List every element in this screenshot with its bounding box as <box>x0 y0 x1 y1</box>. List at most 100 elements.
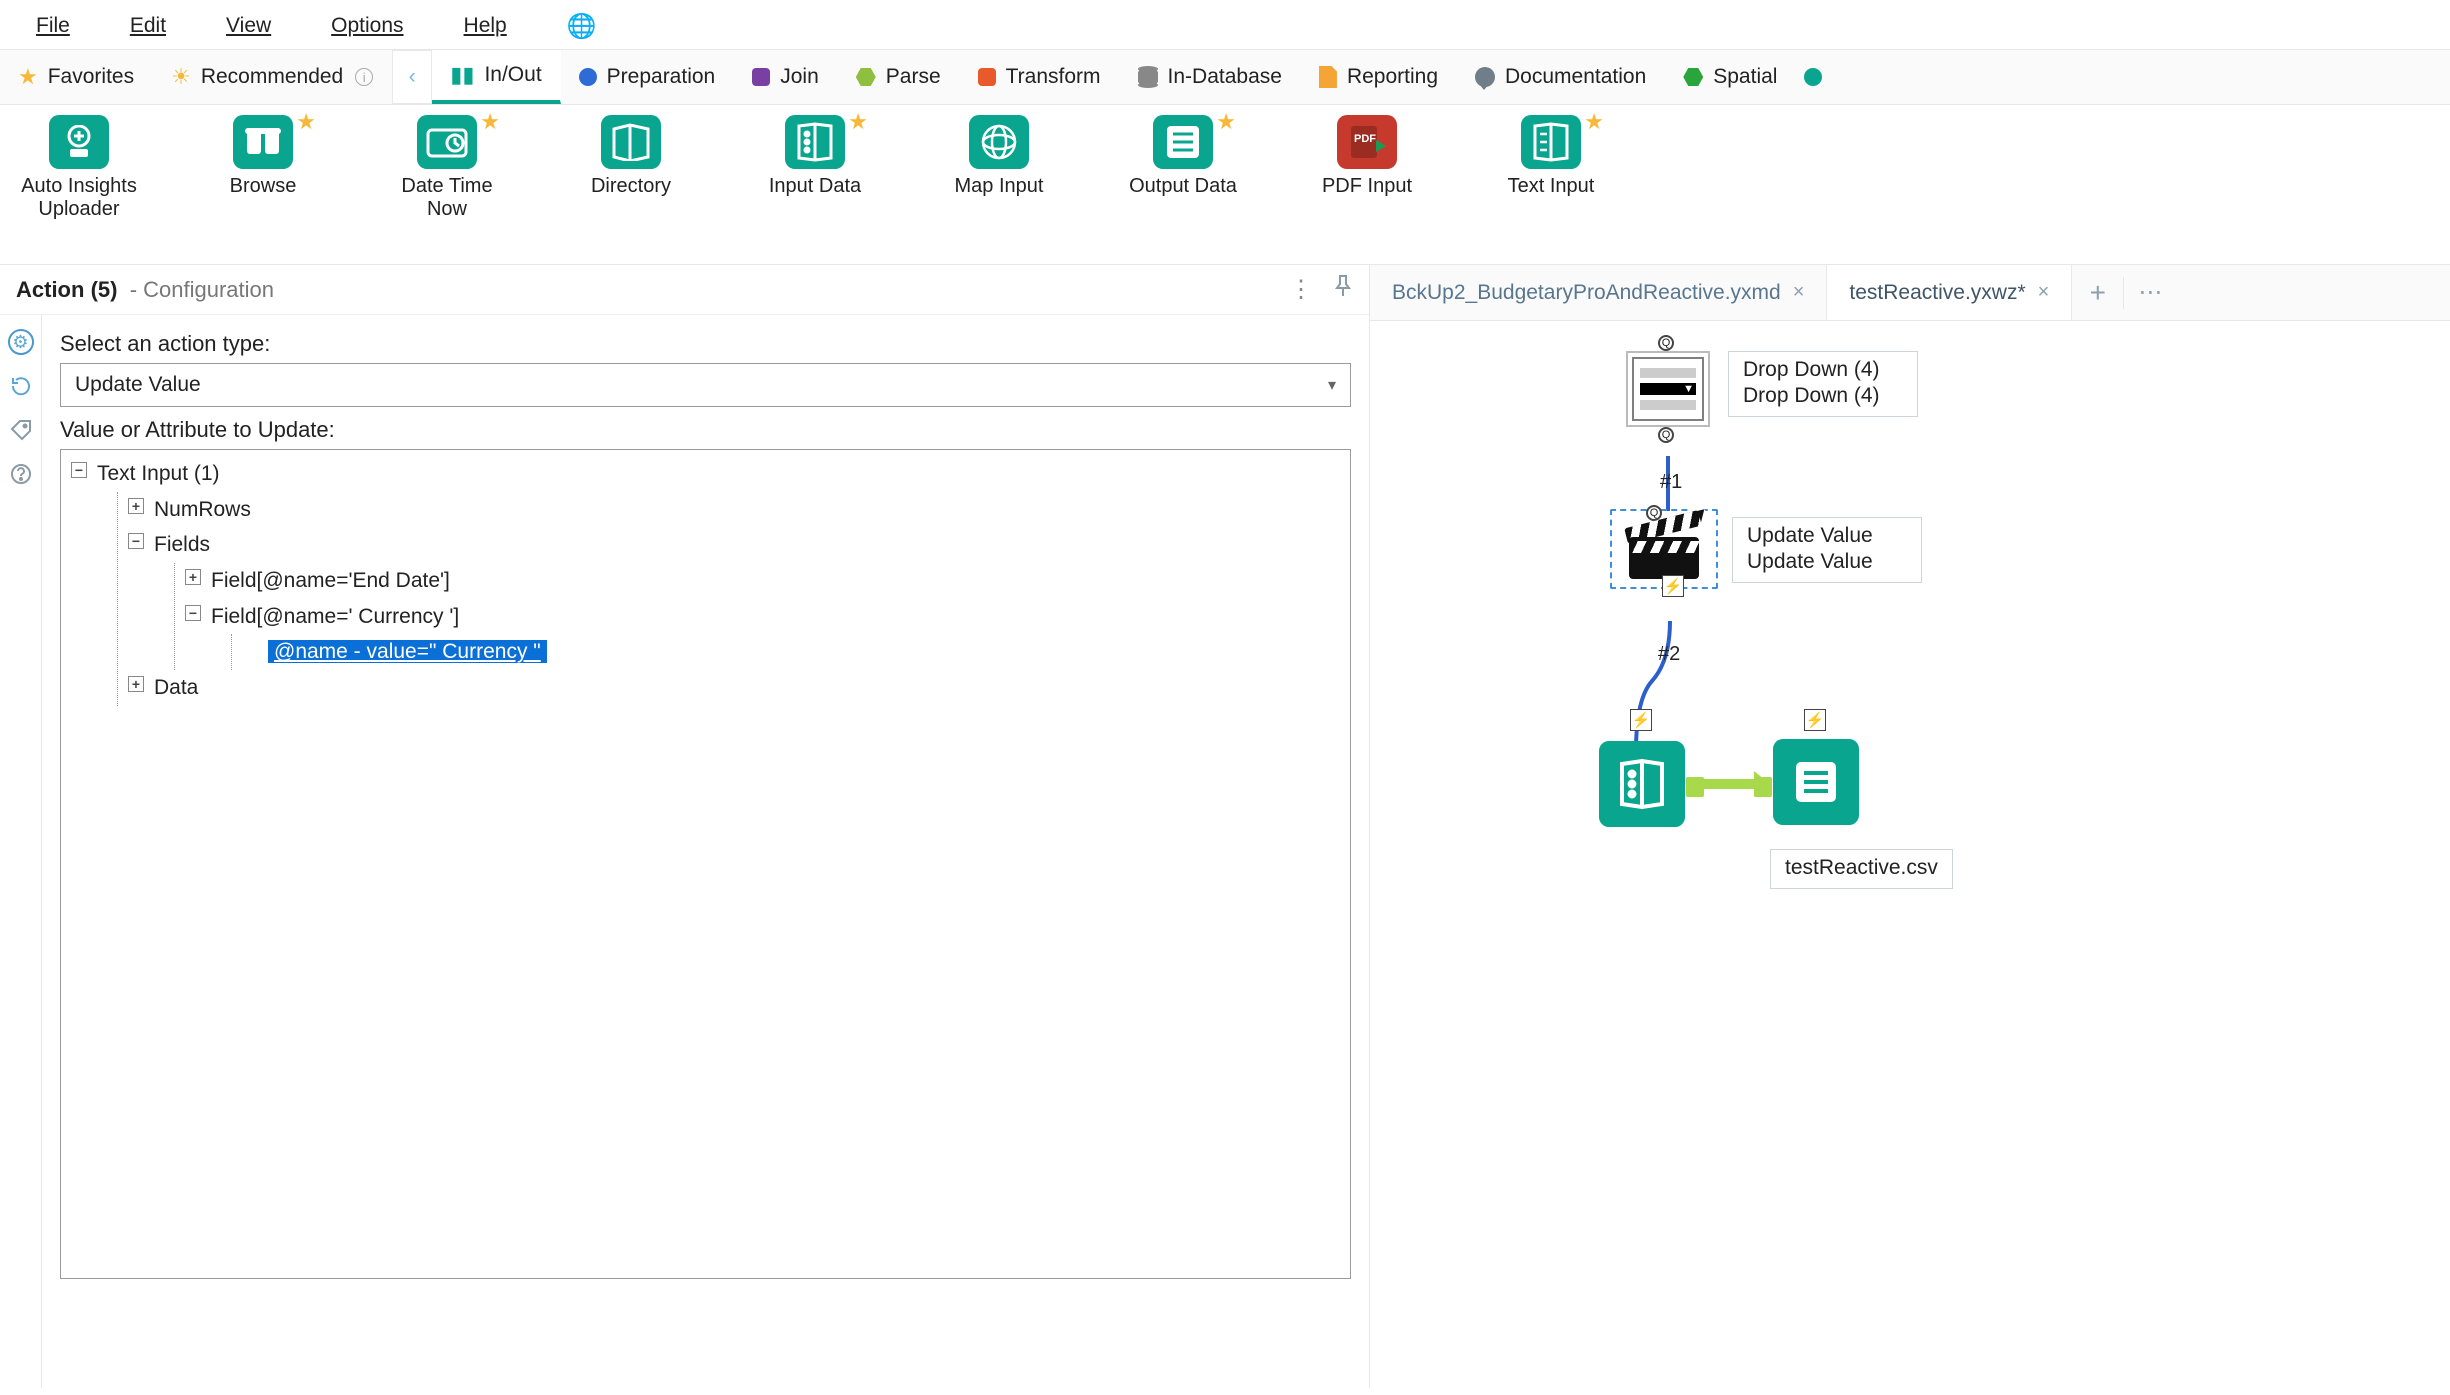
collapse-icon[interactable]: − <box>128 533 144 549</box>
menu-edit[interactable]: Edit <box>124 10 172 42</box>
input-data-icon <box>785 115 845 169</box>
input-data-icon <box>1599 741 1685 827</box>
cat-spatial[interactable]: Spatial <box>1665 50 1796 104</box>
tool-map-input[interactable]: Map Input <box>934 115 1064 198</box>
tree-field-currency[interactable]: − Field[@name=' Currency '] @name - valu… <box>183 599 1342 670</box>
map-input-icon <box>969 115 1029 169</box>
config-title: Action (5) - Configuration <box>16 277 274 303</box>
tool-label: Date Time Now <box>382 175 512 221</box>
anchor-q-out[interactable] <box>1658 427 1674 443</box>
square-icon <box>978 68 996 86</box>
directory-icon <box>601 115 661 169</box>
tool-directory[interactable]: Directory <box>566 115 696 198</box>
cat-indatabase[interactable]: In-Database <box>1120 50 1301 104</box>
tab-label: BckUp2_BudgetaryProAndReactive.yxmd <box>1392 281 1781 305</box>
cat-nav-prev[interactable]: ‹ <box>392 50 432 104</box>
node-label: Drop Down (4) Drop Down (4) <box>1728 351 1918 417</box>
tool-label: Browse <box>230 175 297 198</box>
info-icon[interactable]: i <box>355 68 373 86</box>
add-tab-button[interactable]: + <box>2072 277 2124 309</box>
cat-reporting[interactable]: Reporting <box>1301 50 1457 104</box>
pin-icon[interactable] <box>1333 275 1353 304</box>
wire-label-1: #1 <box>1660 471 1682 494</box>
action-type-label: Select an action type: <box>60 331 1351 357</box>
expand-icon[interactable]: + <box>185 569 201 585</box>
tool-label: Input Data <box>769 175 861 198</box>
tool-auto-insights-uploader[interactable]: Auto Insights Uploader <box>14 115 144 221</box>
more-icon[interactable]: ⋮ <box>1289 275 1313 304</box>
cat-recommended[interactable]: ☀ Recommended i <box>153 50 392 104</box>
action-type-value: Update Value <box>75 373 201 397</box>
tree-root[interactable]: − Text Input (1) + NumRows − F <box>69 456 1342 706</box>
cat-favorites[interactable]: ★ Favorites <box>0 50 153 104</box>
tree-numrows[interactable]: + NumRows <box>126 492 1342 528</box>
tool-input-data[interactable]: ★ Input Data <box>750 115 880 198</box>
lightning-icon[interactable]: ⚡ <box>1630 709 1652 731</box>
refresh-icon[interactable] <box>8 373 34 399</box>
menu-help[interactable]: Help <box>458 10 513 42</box>
tool-text-input[interactable]: ★ Text Input <box>1486 115 1616 198</box>
cat-documentation-label: Documentation <box>1505 65 1646 89</box>
expand-icon[interactable]: + <box>128 676 144 692</box>
star-icon: ★ <box>18 64 38 90</box>
node-label: testReactive.csv <box>1770 849 1953 889</box>
cat-parse-label: Parse <box>886 65 941 89</box>
tree-field-enddate[interactable]: + Field[@name='End Date'] <box>183 563 1342 599</box>
document-tabs: BckUp2_BudgetaryProAndReactive.yxmd × te… <box>1370 265 2450 321</box>
date-time-icon <box>417 115 477 169</box>
cat-preparation[interactable]: Preparation <box>561 50 735 104</box>
tool-label: Text Input <box>1508 175 1595 198</box>
lightning-icon[interactable]: ⚡ <box>1804 709 1826 731</box>
tab-bckup2[interactable]: BckUp2_BudgetaryProAndReactive.yxmd × <box>1370 265 1827 320</box>
tool-pdf-input[interactable]: PDF PDF Input <box>1302 115 1432 198</box>
close-icon[interactable]: × <box>1793 281 1805 304</box>
lightning-icon[interactable]: ⚡ <box>1662 575 1684 597</box>
menu-view[interactable]: View <box>220 10 277 42</box>
tool-output-data[interactable]: ★ Output Data <box>1118 115 1248 198</box>
language-globe-icon[interactable]: 🌐 <box>567 12 597 41</box>
workflow-canvas[interactable]: Drop Down (4) Drop Down (4) #1 <box>1370 321 2450 1388</box>
cat-transform-label: Transform <box>1006 65 1101 89</box>
tab-testreactive[interactable]: testReactive.yxwz* × <box>1827 265 2072 320</box>
help-icon[interactable] <box>8 461 34 487</box>
node-input-data[interactable]: ⚡ <box>1596 741 1688 827</box>
cat-more[interactable] <box>1796 50 1831 104</box>
expand-icon[interactable]: + <box>128 498 144 514</box>
input-anchor[interactable] <box>1754 777 1772 797</box>
tool-date-time-now[interactable]: ★ Date Time Now <box>382 115 512 221</box>
cat-spatial-label: Spatial <box>1713 65 1777 89</box>
tool-browse[interactable]: ★ Browse <box>198 115 328 198</box>
star-icon: ★ <box>1584 109 1604 135</box>
action-type-select[interactable]: Update Value ▾ <box>60 363 1351 407</box>
menu-file[interactable]: File <box>30 10 76 42</box>
tree-attr-currency[interactable]: @name - value=" Currency " <box>240 634 1342 670</box>
xml-tree[interactable]: − Text Input (1) + NumRows − F <box>60 449 1351 1279</box>
tag-icon[interactable] <box>8 417 34 443</box>
tree-data[interactable]: + Data <box>126 670 1342 706</box>
collapse-icon[interactable]: − <box>185 605 201 621</box>
cat-documentation[interactable]: Documentation <box>1457 50 1665 104</box>
cat-transform[interactable]: Transform <box>960 50 1120 104</box>
cat-join-label: Join <box>780 65 819 89</box>
cat-join[interactable]: Join <box>734 50 838 104</box>
cat-parse[interactable]: Parse <box>838 50 960 104</box>
collapse-icon[interactable]: − <box>71 462 87 478</box>
tool-label: Map Input <box>955 175 1044 198</box>
node-dropdown[interactable]: Drop Down (4) Drop Down (4) <box>1622 351 1918 427</box>
data-connection <box>1696 779 1756 789</box>
more-tabs-button[interactable]: ⋯ <box>2124 278 2176 307</box>
folder-icon: ▮▮ <box>450 62 474 88</box>
tree-fields[interactable]: − Fields + Field[@name='End Date'] <box>126 527 1342 670</box>
cat-inout[interactable]: ▮▮ In/Out <box>432 50 560 104</box>
menu-options[interactable]: Options <box>325 10 409 42</box>
config-main: Select an action type: Update Value ▾ Va… <box>42 315 1369 1388</box>
node-action[interactable]: ⚡ Update Value Update Value <box>1610 509 1922 589</box>
node-label: Update Value Update Value <box>1732 517 1922 583</box>
svg-text:PDF: PDF <box>1354 133 1376 145</box>
gear-icon[interactable]: ⚙ <box>8 329 34 355</box>
close-icon[interactable]: × <box>2038 281 2050 304</box>
node-output-data[interactable]: ⚡ testReactive.csv <box>1770 711 1953 889</box>
star-icon: ★ <box>296 109 316 135</box>
output-data-icon <box>1153 115 1213 169</box>
anchor-q[interactable] <box>1658 335 1674 351</box>
